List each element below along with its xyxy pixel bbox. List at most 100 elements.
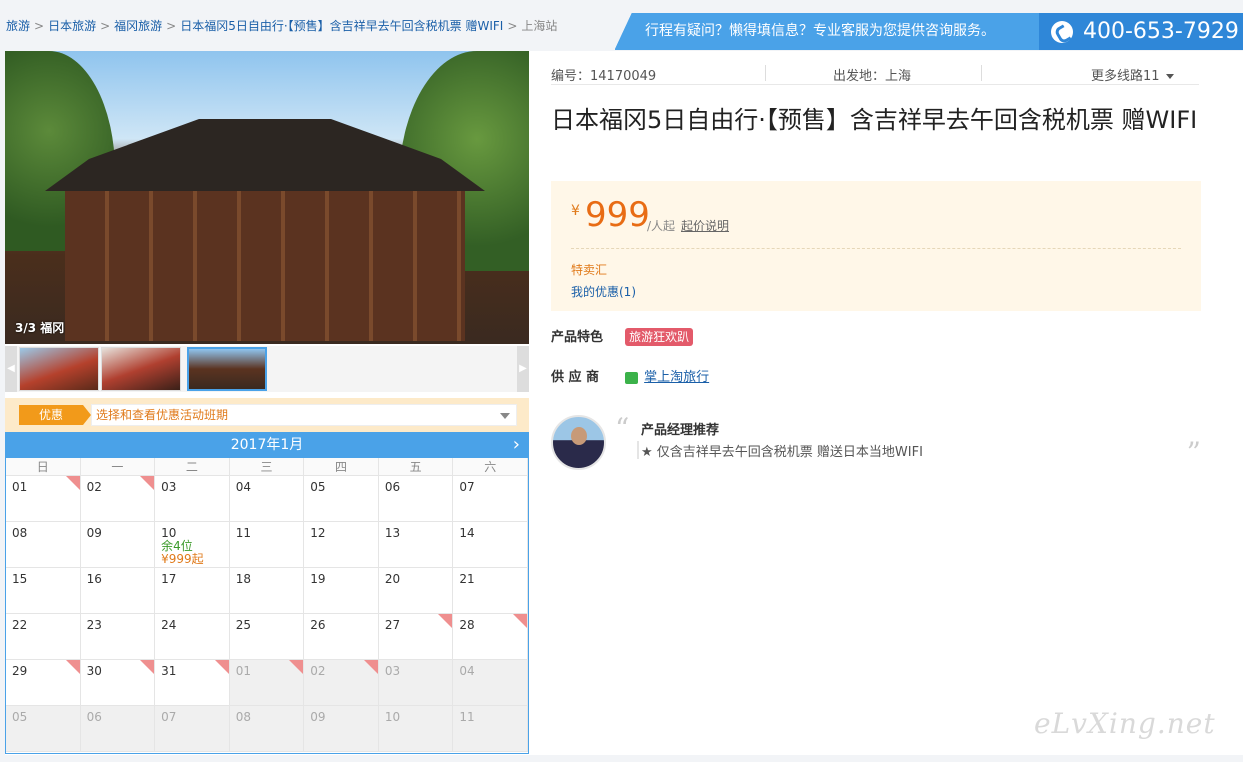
price-currency: ¥ <box>571 203 580 219</box>
product-panel: 3/3 福冈 ◀ ▶ 优惠 选择和查看优惠活动班期 2017年1月 › 日一二三… <box>5 51 1243 755</box>
thumb-prev-button[interactable]: ◀ <box>5 346 17 392</box>
product-title: 日本福冈5日自由行·【预售】含吉祥早去午回含税机票 赠WIFI <box>551 106 1198 134</box>
calendar-day[interactable]: 23 <box>80 614 156 660</box>
breadcrumb-separator: > <box>166 19 177 33</box>
calendar-day[interactable]: 19 <box>304 568 379 614</box>
calendar-day-price: ¥999起 <box>161 552 204 566</box>
calendar-day-number: 08 <box>235 710 251 724</box>
calendar-day[interactable]: 02 <box>304 660 379 706</box>
calendar-day[interactable]: 22 <box>6 614 81 660</box>
breadcrumb-link[interactable]: 日本福冈5日自由行·【预售】含吉祥早去午回含税机票 赠WIFI <box>180 19 503 33</box>
thumbnail-1[interactable] <box>19 347 99 391</box>
calendar-day-number: 09 <box>86 526 102 540</box>
calendar-day[interactable]: 24 <box>155 614 230 660</box>
calendar-day[interactable]: 11 <box>229 522 305 568</box>
calendar-day[interactable]: 06 <box>80 706 156 752</box>
weekday-label: 日 <box>6 458 81 476</box>
departure-city: 出发地：上海 <box>833 69 912 84</box>
supplier-link[interactable]: 掌上淘旅行 <box>644 370 709 385</box>
special-offer-corner-icon <box>140 660 155 674</box>
calendar-day[interactable]: 28 <box>453 614 528 660</box>
shop-icon <box>625 371 639 384</box>
hotline-phone: 400-653-7929 <box>1039 13 1243 50</box>
calendar-day[interactable]: 25 <box>229 614 305 660</box>
product-code: 编号：14170049 <box>551 69 657 84</box>
calendar-day[interactable]: 15 <box>6 568 81 614</box>
calendar-day-number: 02 <box>86 480 102 494</box>
calendar-day[interactable]: 21 <box>453 568 528 614</box>
photo-shrine-hall <box>65 191 465 341</box>
calendar-day[interactable]: 18 <box>229 568 305 614</box>
calendar-day[interactable]: 20 <box>378 568 454 614</box>
calendar-day-number: 05 <box>12 710 28 724</box>
calendar-day-number: 15 <box>12 572 28 586</box>
calendar-day[interactable]: 11 <box>453 706 528 752</box>
my-discount-link[interactable]: 我的优惠(1) <box>571 283 636 300</box>
calendar-day[interactable]: 09 <box>80 522 156 568</box>
calendar-day-number: 11 <box>459 710 475 724</box>
main-photo[interactable]: 3/3 福冈 <box>5 51 529 344</box>
calendar-day-number: 01 <box>12 480 28 494</box>
more-routes-dropdown[interactable]: 更多线路11 <box>1091 65 1174 84</box>
special-offer-corner-icon <box>438 614 453 628</box>
special-offer-corner-icon <box>65 476 80 490</box>
calendar-day[interactable]: 29 <box>6 660 81 706</box>
sale-link[interactable]: 特卖汇 <box>571 261 607 278</box>
promo-select[interactable]: 选择和查看优惠活动班期 <box>91 404 517 426</box>
calendar-day[interactable]: 01 <box>229 660 305 706</box>
calendar-day[interactable]: 13 <box>378 522 454 568</box>
calendar-day[interactable]: 26 <box>304 614 379 660</box>
calendar-day[interactable]: 10 <box>378 706 454 752</box>
thumbnail-strip: ◀ ▶ <box>5 346 529 392</box>
breadcrumb-link[interactable]: 福冈旅游 <box>114 19 162 33</box>
recommendation-title: 产品经理推荐 <box>641 423 720 438</box>
weekday-label: 五 <box>379 458 454 476</box>
calendar-day[interactable]: 01 <box>6 476 81 522</box>
calendar-day[interactable]: 27 <box>378 614 454 660</box>
thumb-next-button[interactable]: ▶ <box>517 346 529 392</box>
meta-divider <box>981 65 982 81</box>
calendar-day-number: 10 <box>161 526 177 540</box>
calendar-day[interactable]: 03 <box>378 660 454 706</box>
chevron-down-icon <box>500 413 510 419</box>
calendar-day[interactable]: 02 <box>80 476 156 522</box>
price-unit: /人起 <box>647 219 676 233</box>
calendar-day-number: 11 <box>235 526 251 540</box>
calendar-day-number: 26 <box>310 618 326 632</box>
calendar-day-number: 06 <box>384 480 401 494</box>
calendar-day[interactable]: 07 <box>453 476 528 522</box>
calendar-day[interactable]: 04 <box>453 660 528 706</box>
watermark: eLvXing.net <box>1034 707 1216 740</box>
promo-bar: 优惠 选择和查看优惠活动班期 <box>5 398 529 432</box>
breadcrumb-link[interactable]: 旅游 <box>6 19 30 33</box>
breadcrumb-link[interactable]: 日本旅游 <box>48 19 96 33</box>
calendar-day[interactable]: 31 <box>155 660 230 706</box>
calendar-day[interactable]: 06 <box>378 476 454 522</box>
calendar-day-number: 02 <box>310 664 326 678</box>
calendar-month: 2017年1月 <box>230 437 304 453</box>
thumbnail-3-selected[interactable] <box>187 347 267 391</box>
calendar-grid: 01 02 03 04 05 06 07 08 09 10 余4位 ¥999起 11 12 13 14 15 16… <box>6 476 528 752</box>
calendar-day[interactable]: 16 <box>80 568 156 614</box>
banner-slant <box>615 13 639 50</box>
calendar-day[interactable]: 12 <box>304 522 379 568</box>
calendar-day[interactable]: 04 <box>229 476 305 522</box>
calendar-day[interactable]: 03 <box>155 476 230 522</box>
calendar-day[interactable]: 07 <box>155 706 230 752</box>
calendar-day-number: 28 <box>459 618 475 632</box>
calendar-day[interactable]: 30 <box>80 660 156 706</box>
calendar-day[interactable]: 05 <box>6 706 81 752</box>
calendar-day[interactable]: 08 <box>229 706 305 752</box>
calendar-day[interactable]: 10 余4位 ¥999起 <box>155 522 230 568</box>
calendar-day[interactable]: 09 <box>304 706 379 752</box>
calendar-day[interactable]: 17 <box>155 568 230 614</box>
calendar-day[interactable]: 08 <box>6 522 81 568</box>
thumbnail-2[interactable] <box>101 347 181 391</box>
price-note-link[interactable]: 起价说明 <box>681 217 729 234</box>
recommendation-text: ★ 仅含吉祥早去午回含税机票 赠送日本当地WIFI <box>641 445 923 460</box>
feature-row: 产品特色 旅游狂欢趴 <box>551 326 694 346</box>
calendar-day[interactable]: 05 <box>304 476 379 522</box>
calendar-day[interactable]: 14 <box>453 522 528 568</box>
calendar-next-icon[interactable]: › <box>513 433 520 457</box>
special-offer-corner-icon <box>65 660 80 674</box>
